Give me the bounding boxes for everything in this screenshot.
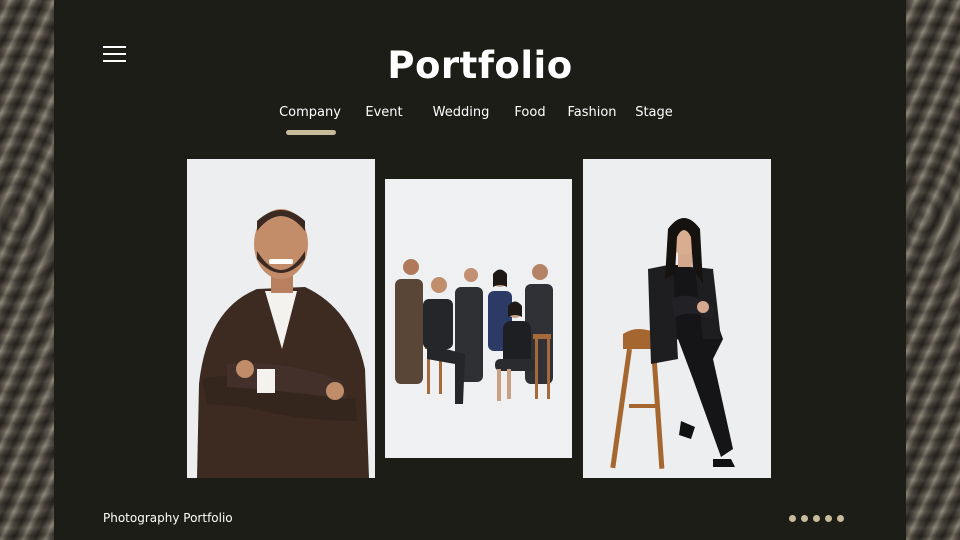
tab-food[interactable]: Food	[514, 105, 545, 120]
business-group-illustration	[385, 179, 572, 458]
pagination-dot[interactable]	[837, 515, 844, 522]
tab-event[interactable]: Event	[365, 105, 402, 120]
pagination-dot[interactable]	[789, 515, 796, 522]
man-in-suit-illustration	[187, 159, 375, 478]
tab-fashion[interactable]: Fashion	[567, 105, 616, 120]
tab-stage[interactable]: Stage	[635, 105, 673, 120]
tab-wedding[interactable]: Wedding	[433, 105, 490, 120]
pagination-dot[interactable]	[813, 515, 820, 522]
category-tabs: Company Event Wedding Food Fashion Stage	[0, 105, 960, 135]
page-title: Portfolio	[387, 44, 573, 87]
portfolio-photo-group[interactable]	[385, 179, 572, 458]
woman-on-stool-illustration	[583, 159, 771, 478]
tab-company[interactable]: Company	[279, 105, 341, 120]
portfolio-photo-woman[interactable]	[583, 159, 771, 478]
portfolio-photo-man[interactable]	[187, 159, 375, 478]
pagination-dot[interactable]	[825, 515, 832, 522]
active-tab-indicator	[286, 130, 336, 135]
footer-label: Photography Portfolio	[103, 511, 233, 525]
pagination-dot[interactable]	[801, 515, 808, 522]
